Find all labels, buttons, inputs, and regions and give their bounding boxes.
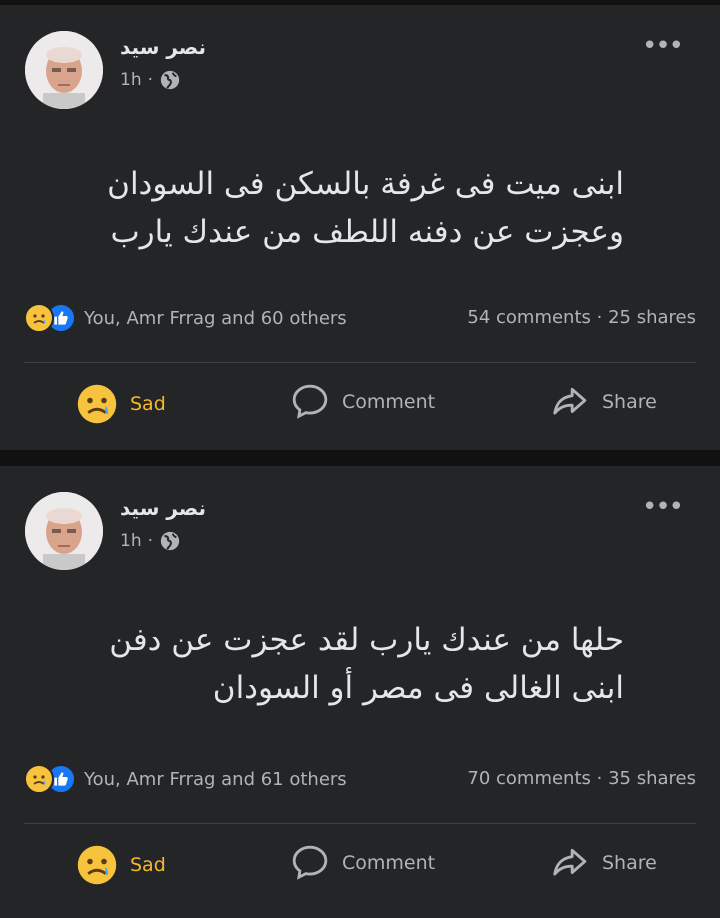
engagement-counts: 70 comments · 35 shares — [467, 768, 696, 789]
post-meta: 1h · — [120, 69, 181, 91]
engagement-counts: 54 comments · 25 shares — [467, 307, 696, 328]
sad-label: Sad — [130, 393, 166, 415]
sad-emoji-icon — [24, 764, 54, 794]
reaction-text: You, Amr Frrag and 61 others — [84, 768, 347, 790]
more-dots-icon[interactable]: ••• — [642, 33, 684, 59]
reaction-icons — [24, 764, 76, 794]
post-text: ابنى ميت فى غرفة بالسكن فى السودان وعجزت… — [107, 166, 624, 250]
share-arrow-icon — [553, 387, 587, 415]
sad-emoji-icon — [77, 845, 117, 885]
globe-icon — [160, 531, 180, 551]
comments-count[interactable]: 54 comments — [467, 307, 591, 328]
comment-bubble-icon — [292, 845, 328, 880]
post-card: نصر سيد 1h · ••• ابنى ميت فى غرفة بالسكن… — [0, 5, 720, 450]
comment-label: Comment — [342, 391, 436, 413]
share-button[interactable]: Share — [548, 383, 657, 421]
sad-emoji-icon — [77, 384, 117, 424]
comment-button[interactable]: Comment — [290, 383, 435, 421]
sad-reaction-button[interactable]: Sad — [76, 383, 166, 425]
post-time[interactable]: 1h — [120, 70, 142, 90]
sad-emoji-icon — [24, 303, 54, 333]
post-text: حلها من عندك يارب لقد عجزت عن دفن ابنى ا… — [109, 622, 624, 706]
divider — [24, 823, 696, 824]
author-name[interactable]: نصر سيد — [120, 35, 206, 59]
post-meta: 1h · — [120, 530, 181, 552]
comment-button[interactable]: Comment — [290, 844, 435, 882]
reaction-text: You, Amr Frrag and 60 others — [84, 307, 347, 329]
post-card: نصر سيد 1h · ••• حلها من عندك يارب لقد ع… — [0, 466, 720, 918]
post-time[interactable]: 1h — [120, 531, 142, 551]
share-label: Share — [602, 391, 657, 413]
share-label: Share — [602, 852, 657, 874]
shares-count[interactable]: 25 shares — [608, 307, 696, 328]
more-dots-icon[interactable]: ••• — [642, 494, 684, 520]
share-arrow-icon — [553, 848, 587, 876]
comments-count[interactable]: 70 comments — [467, 768, 591, 789]
comment-bubble-icon — [292, 384, 328, 419]
sad-reaction-button[interactable]: Sad — [76, 844, 166, 886]
author-avatar[interactable] — [25, 31, 103, 109]
author-avatar[interactable] — [25, 492, 103, 570]
reaction-summary[interactable]: You, Amr Frrag and 60 others — [24, 303, 347, 333]
reaction-icons — [24, 303, 76, 333]
reaction-summary[interactable]: You, Amr Frrag and 61 others — [24, 764, 347, 794]
shares-count[interactable]: 35 shares — [608, 768, 696, 789]
divider — [24, 362, 696, 363]
comment-label: Comment — [342, 852, 436, 874]
globe-icon — [160, 70, 180, 90]
share-button[interactable]: Share — [548, 844, 657, 882]
sad-label: Sad — [130, 854, 166, 876]
author-name[interactable]: نصر سيد — [120, 496, 206, 520]
